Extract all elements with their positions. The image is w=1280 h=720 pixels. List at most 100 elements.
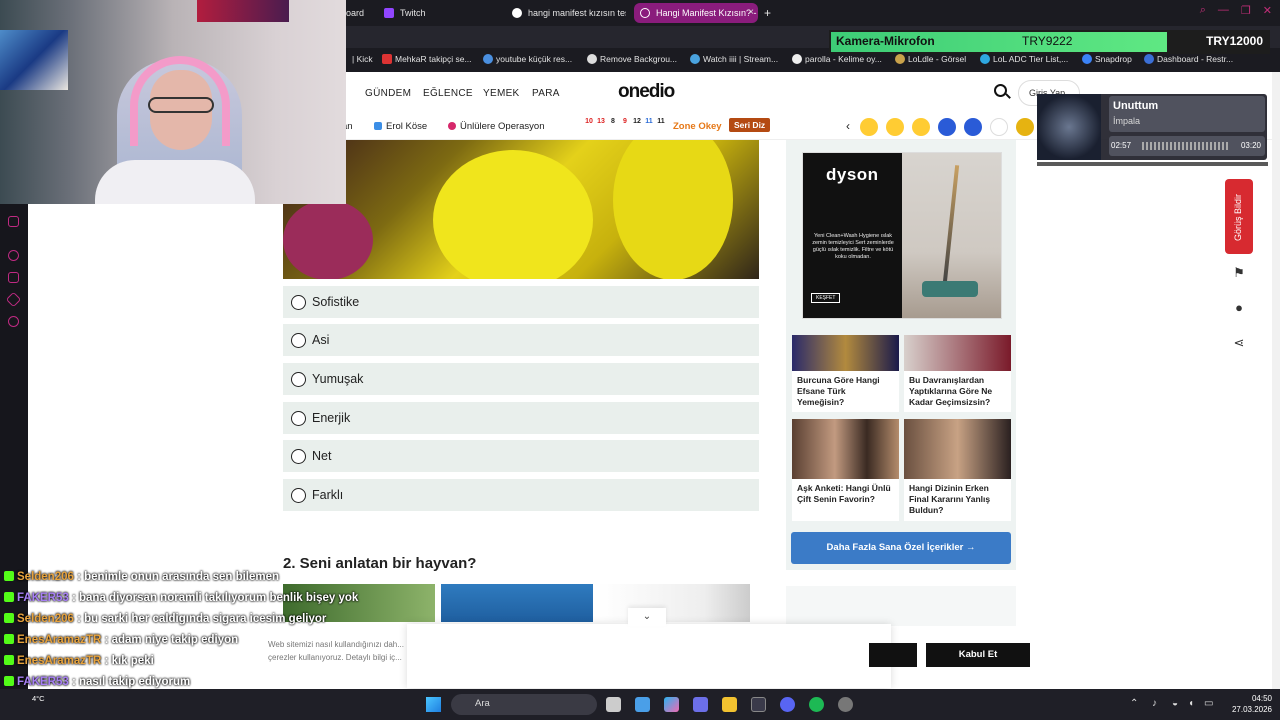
tab-twitch[interactable]: Twitch [378, 3, 498, 23]
search-tabs-icon[interactable]: ⌕ [1200, 4, 1206, 17]
recommended-card[interactable]: Hangi Dizinin Erken Final Kararını Yanlı… [904, 419, 1011, 521]
discord-icon[interactable] [780, 697, 795, 712]
tab-onedio[interactable]: Hangi Manifest Kızısın? - O × [634, 3, 758, 23]
teams-icon[interactable] [693, 697, 708, 712]
new-tab-button[interactable]: + [760, 3, 776, 23]
chevron-down-icon[interactable]: ⌄ [628, 608, 666, 626]
nav-para[interactable]: PARA [532, 88, 560, 99]
spotify-icon[interactable] [809, 697, 824, 712]
loading-icon [640, 8, 650, 18]
card-image [792, 419, 899, 479]
close-tab-icon[interactable]: × [748, 3, 754, 23]
donation-goal-label: Kamera-Mikrofon [836, 34, 935, 48]
seri-diz-link[interactable]: Seri Diz [729, 118, 771, 132]
battery-icon[interactable]: ▭ [1204, 698, 1213, 709]
wifi-icon[interactable]: ◒ [1172, 698, 1178, 709]
app-icon[interactable] [838, 697, 853, 712]
animal-option-image[interactable] [598, 584, 750, 622]
bookmark-kick[interactable]: | Kick [344, 54, 373, 64]
bookmark-dashboard[interactable]: Dashboard - Restr... [1144, 54, 1233, 64]
taskbar-search[interactable]: Ara [451, 694, 597, 715]
brand-icon[interactable] [964, 118, 982, 136]
app-icon[interactable] [635, 697, 650, 712]
bookmark-mehkar[interactable]: MehkaR takipçi se... [382, 54, 472, 64]
recommended-card[interactable]: Burcuna Göre Hangi Efsane Türk Yemeğisin… [792, 335, 899, 412]
radio-button[interactable] [291, 449, 306, 464]
comments-icon[interactable]: ● [1228, 297, 1250, 319]
volume-icon[interactable]: ◖ [1188, 698, 1194, 709]
ad-cta-button[interactable]: KEŞFET [811, 293, 841, 303]
minimize-icon[interactable]: — [1218, 4, 1229, 17]
file-explorer-icon[interactable] [722, 697, 737, 712]
maximize-icon[interactable]: ❐ [1241, 4, 1251, 17]
chat-message: FAKER53 : bana diyorsan noramli takılıyo… [4, 592, 358, 604]
quiz-option[interactable]: Enerjik [283, 402, 759, 434]
bookmark-loldle[interactable]: LoLdle - Görsel [895, 54, 966, 64]
philips-icon[interactable] [938, 118, 956, 136]
tab-google-search[interactable]: hangi manifest kızısın test [506, 3, 626, 23]
bookmark-removebg[interactable]: Remove Backgrou... [587, 54, 677, 64]
diamond-icon[interactable] [5, 291, 22, 308]
nav-yemek[interactable]: YEMEK [483, 88, 520, 99]
chevron-up-icon[interactable]: ⌃ [1130, 698, 1138, 709]
bookmark-snapdrop[interactable]: Snapdrop [1082, 54, 1132, 64]
chat-text: : nasıl takip ediyorum [71, 676, 191, 688]
number-tile: 12 [633, 118, 641, 125]
clock[interactable]: 04:50 27.03.2026 [1226, 693, 1272, 715]
quiz-option[interactable]: Yumuşak [283, 363, 759, 395]
number-tile: 8 [611, 118, 615, 125]
recommended-card[interactable]: Aşk Anketi: Hangi Ünlü Çift Senin Favori… [792, 419, 899, 521]
instagram-icon[interactable] [8, 216, 19, 227]
sad-emoji-icon[interactable] [886, 118, 904, 136]
bookmark-label: MehkaR takipçi se... [395, 54, 472, 64]
radio-button[interactable] [291, 295, 306, 310]
smile-emoji-icon[interactable] [912, 118, 930, 136]
bookmark-lol-adc[interactable]: LoL ADC Tier List,... [980, 54, 1068, 64]
quiz-option[interactable]: Asi [283, 324, 759, 356]
cookie-settings-button[interactable] [869, 643, 917, 667]
windows-start-icon[interactable] [426, 697, 441, 712]
dk-icon[interactable] [990, 118, 1008, 136]
weather-widget[interactable]: 4°C [32, 694, 45, 703]
settings-icon[interactable] [8, 316, 19, 327]
share-icon[interactable]: ⋖ [1228, 332, 1250, 354]
topic-erol-kose[interactable]: Erol Köse [374, 121, 427, 132]
bookmark-youtube[interactable]: youtube küçük res... [483, 54, 572, 64]
track-artist: İmpala [1113, 116, 1141, 126]
microphone-icon[interactable]: ♪ [1152, 698, 1157, 709]
radio-button[interactable] [291, 411, 306, 426]
bookmark-icon[interactable]: ⚑ [1228, 262, 1250, 284]
feedback-button[interactable]: Görüş Bildir [1225, 179, 1253, 254]
topic-unlulere-operasyon[interactable]: Ünlülere Operasyon [448, 121, 545, 132]
brand-icon[interactable] [1016, 118, 1034, 136]
close-window-icon[interactable]: ✕ [1263, 4, 1272, 17]
radio-button[interactable] [291, 488, 306, 503]
radio-button[interactable] [291, 372, 306, 387]
heart-eyes-emoji-icon[interactable] [860, 118, 878, 136]
ad-product-image [902, 153, 1001, 318]
dyson-ad[interactable]: dyson Yeni Clean+Wash Hygiene ıslak zemi… [802, 152, 1002, 319]
number-tile: 9 [623, 118, 627, 125]
onedio-logo[interactable]: onedio [618, 81, 675, 103]
nav-eglence[interactable]: EĞLENCE [423, 88, 473, 99]
animal-option-image[interactable] [441, 584, 593, 622]
search-icon[interactable] [994, 84, 1007, 97]
browser-icon[interactable] [751, 697, 766, 712]
bookmark-parolla[interactable]: parolla - Kelime oy... [792, 54, 882, 64]
more-content-button[interactable]: Daha Fazla Sana Özel İçerikler → [791, 532, 1011, 564]
recommended-card[interactable]: Bu Davranışlardan Yaptıklarına Göre Ne K… [904, 335, 1011, 412]
quiz-option[interactable]: Net [283, 440, 759, 472]
cookie-accept-button[interactable]: Kabul Et [926, 643, 1030, 667]
copilot-icon[interactable] [664, 697, 679, 712]
player-icon[interactable] [8, 250, 19, 261]
task-view-icon[interactable] [606, 697, 621, 712]
chevron-left-icon[interactable]: ‹ [846, 119, 850, 133]
tiktok-icon[interactable] [8, 272, 19, 283]
quiz-option[interactable]: Farklı [283, 479, 759, 511]
nav-gundem[interactable]: GÜNDEM [365, 88, 411, 99]
scrollbar[interactable] [1272, 72, 1280, 689]
radio-button[interactable] [291, 333, 306, 348]
zone-okey-link[interactable]: Zone Okey [673, 121, 722, 132]
bookmark-watch[interactable]: Watch iiii | Stream... [690, 54, 778, 64]
quiz-option[interactable]: Sofistike [283, 286, 759, 318]
